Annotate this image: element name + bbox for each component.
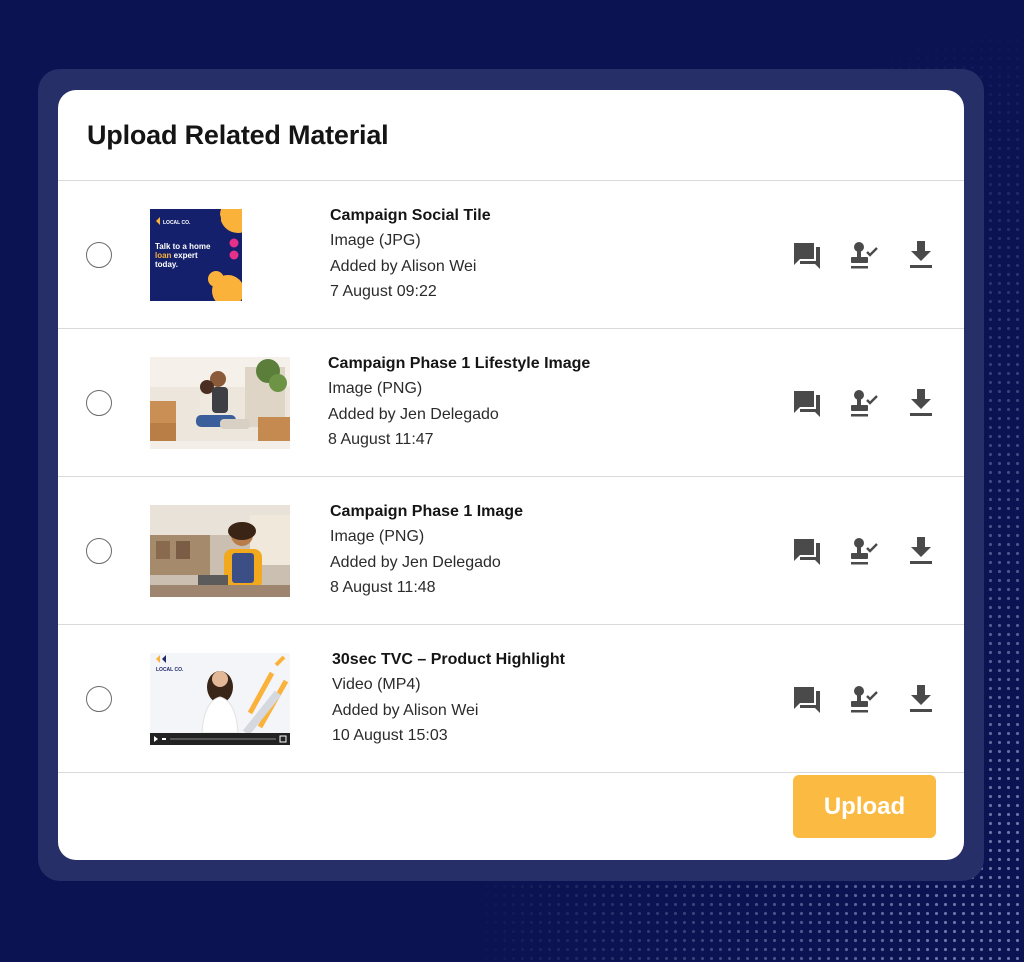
- select-radio[interactable]: [86, 685, 112, 712]
- thumbnail-social-tile: LOCAL CO. Talk to a home loan expert tod…: [150, 208, 242, 301]
- thumb-line-1: Talk to a home: [155, 242, 211, 251]
- select-radio[interactable]: [86, 537, 112, 564]
- thumbnail-couple-photo: [150, 356, 290, 449]
- svg-text:loan expert: loan expert: [155, 251, 198, 260]
- item-type: Image (PNG): [328, 380, 423, 397]
- upload-button[interactable]: Upload: [793, 775, 936, 838]
- item-name: Campaign Phase 1 Lifestyle Image: [328, 354, 591, 372]
- download-icon[interactable]: [906, 684, 936, 714]
- comment-icon[interactable]: [792, 684, 822, 714]
- list-item[interactable]: Campaign Phase 1 Image Image (PNG) Added…: [58, 477, 964, 625]
- item-type: Video (MP4): [332, 676, 421, 693]
- item-name: Campaign Phase 1 Image: [330, 502, 523, 520]
- item-name: Campaign Social Tile: [330, 206, 491, 224]
- thumb-line-3: today.: [155, 260, 178, 269]
- list-item[interactable]: LOCAL CO. 30sec TVC – Product Highlight …: [58, 625, 964, 773]
- row-actions: [765, 240, 936, 270]
- item-date: 8 August 11:48: [330, 579, 436, 596]
- approve-stamp-icon[interactable]: [849, 536, 879, 566]
- item-added-by: Added by Jen Delegado: [330, 553, 501, 571]
- dialog-title: Upload Related Material: [87, 120, 389, 150]
- thumbnail-woman-photo: [150, 504, 290, 597]
- thumb-line-2a: loan: [155, 251, 172, 260]
- download-icon[interactable]: [906, 388, 936, 418]
- download-icon[interactable]: [906, 536, 936, 566]
- item-meta: Campaign Phase 1 Image Image (PNG) Added…: [330, 499, 523, 601]
- upload-dialog: Upload Related Material LOCAL CO. Talk t…: [58, 90, 964, 860]
- item-name: 30sec TVC – Product Highlight: [332, 650, 565, 668]
- select-radio[interactable]: [86, 389, 112, 416]
- row-actions: [765, 536, 936, 566]
- thumbnail-video-presenter: LOCAL CO.: [150, 652, 290, 745]
- item-type: Image (JPG): [330, 232, 421, 249]
- approve-stamp-icon[interactable]: [849, 388, 879, 418]
- list-item[interactable]: LOCAL CO. Talk to a home loan expert tod…: [58, 181, 964, 329]
- thumb-brand: LOCAL CO.: [163, 220, 191, 226]
- row-actions: [765, 684, 936, 714]
- item-type: Image (PNG): [330, 528, 425, 545]
- item-date: 7 August 09:22: [330, 283, 437, 300]
- item-added-by: Added by Alison Wei: [330, 257, 477, 275]
- download-icon[interactable]: [906, 240, 936, 270]
- item-date: 8 August 11:47: [328, 431, 434, 448]
- comment-icon[interactable]: [792, 388, 822, 418]
- material-list: LOCAL CO. Talk to a home loan expert tod…: [58, 180, 964, 773]
- item-meta: Campaign Phase 1 Lifestyle Image Image (…: [328, 351, 590, 453]
- row-actions: [765, 388, 936, 418]
- comment-icon[interactable]: [792, 536, 822, 566]
- item-meta: 30sec TVC – Product Highlight Video (MP4…: [332, 647, 565, 749]
- item-added-by: Added by Jen Delegado: [328, 405, 499, 423]
- item-added-by: Added by Alison Wei: [332, 701, 479, 719]
- approve-stamp-icon[interactable]: [849, 684, 879, 714]
- item-date: 10 August 15:03: [332, 727, 448, 744]
- comment-icon[interactable]: [792, 240, 822, 270]
- select-radio[interactable]: [86, 241, 112, 268]
- thumb-brand: LOCAL CO.: [156, 667, 184, 673]
- list-item[interactable]: Campaign Phase 1 Lifestyle Image Image (…: [58, 329, 964, 477]
- approve-stamp-icon[interactable]: [849, 240, 879, 270]
- thumb-line-2b: expert: [171, 251, 198, 260]
- item-meta: Campaign Social Tile Image (JPG) Added b…: [330, 203, 491, 305]
